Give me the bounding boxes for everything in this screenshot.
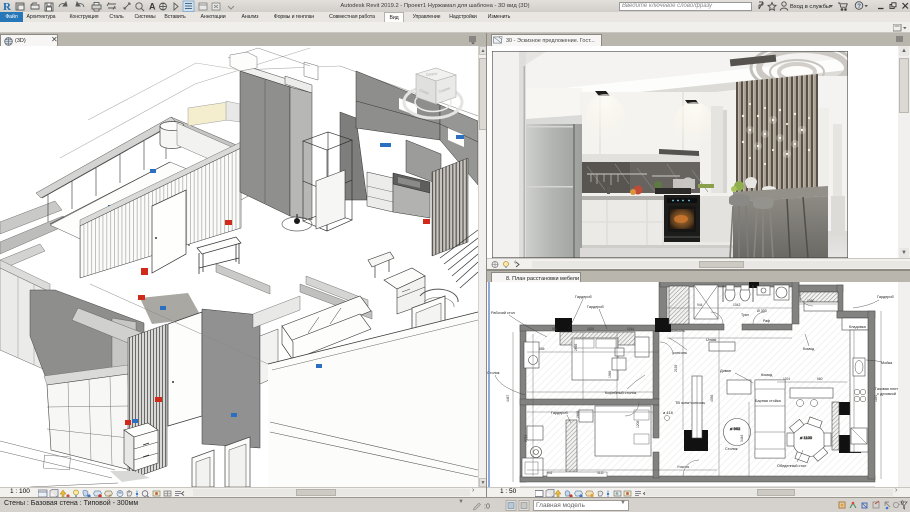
svg-text:R: R	[3, 1, 12, 12]
svg-text:1104: 1104	[783, 377, 790, 381]
svg-text:941: 941	[547, 471, 553, 475]
svg-text:A: A	[149, 2, 156, 12]
svg-text:1144: 1144	[627, 327, 634, 331]
svg-text:Комод: Комод	[761, 373, 773, 377]
svg-text:Кладовка: Кладовка	[849, 325, 867, 329]
svg-text:2159: 2159	[674, 364, 678, 372]
svg-text:Раф: Раф	[763, 319, 770, 323]
svg-text:с духовкой: с духовкой	[877, 392, 896, 396]
svg-text:Кофейный столик: Кофейный столик	[605, 391, 637, 395]
svg-text:ø 418: ø 418	[663, 411, 673, 415]
svg-text:ø 1100: ø 1100	[800, 435, 813, 440]
svg-text:ø 962: ø 962	[730, 426, 741, 431]
svg-text:Газовая плита: Газовая плита	[875, 387, 898, 391]
svg-text:Столик: Столик	[725, 447, 738, 451]
svg-text:4036: 4036	[710, 394, 714, 402]
svg-text:Гардероб: Гардероб	[877, 295, 895, 299]
svg-text:Участок: Участок	[677, 465, 690, 469]
svg-text:Ø 300: Ø 300	[757, 309, 767, 313]
svg-text:660: 660	[817, 377, 823, 381]
svg-text:1966: 1966	[608, 370, 612, 378]
svg-text:2666: 2666	[574, 343, 578, 351]
svg-text::0: :0	[484, 504, 490, 511]
svg-text:Консоль: Консоль	[671, 329, 685, 333]
svg-text:Мойка: Мойка	[881, 361, 893, 365]
svg-text:Столик: Столик	[487, 371, 500, 375]
svg-text:Гардероб: Гардероб	[575, 295, 593, 299]
svg-text:Гардероб: Гардероб	[587, 305, 605, 309]
svg-text:Барная стойка: Барная стойка	[755, 399, 782, 403]
svg-text:Туал: Туал	[741, 313, 749, 317]
svg-text:Umtak: Umtak	[706, 338, 717, 342]
svg-text:3111: 3111	[597, 471, 604, 475]
svg-text:Гардероб: Гардероб	[551, 411, 569, 415]
svg-text:Обеденный стол: Обеденный стол	[777, 464, 806, 468]
svg-text:4467: 4467	[506, 394, 510, 402]
svg-text:Диван: Диван	[720, 369, 731, 373]
svg-text:1208: 1208	[636, 420, 640, 428]
svg-text:2666: 2666	[576, 410, 580, 418]
svg-text:954: 954	[552, 327, 558, 331]
svg-text:1100: 1100	[587, 327, 594, 331]
svg-text:Вход в службы: Вход в службы	[790, 4, 830, 10]
svg-text:944: 944	[697, 303, 703, 307]
svg-text:консоль: консоль	[673, 351, 687, 355]
svg-text:1080: 1080	[807, 299, 815, 303]
svg-text:Комод: Комод	[803, 347, 815, 351]
svg-text:ТВ зона+консоль: ТВ зона+консоль	[675, 401, 705, 405]
svg-text:?: ?	[857, 4, 861, 10]
svg-text:656: 656	[539, 347, 545, 351]
svg-text:Рабочий стол: Рабочий стол	[491, 311, 515, 315]
svg-text:1042: 1042	[733, 303, 741, 307]
svg-text:3446: 3446	[740, 434, 744, 442]
svg-text:2713: 2713	[524, 434, 528, 442]
